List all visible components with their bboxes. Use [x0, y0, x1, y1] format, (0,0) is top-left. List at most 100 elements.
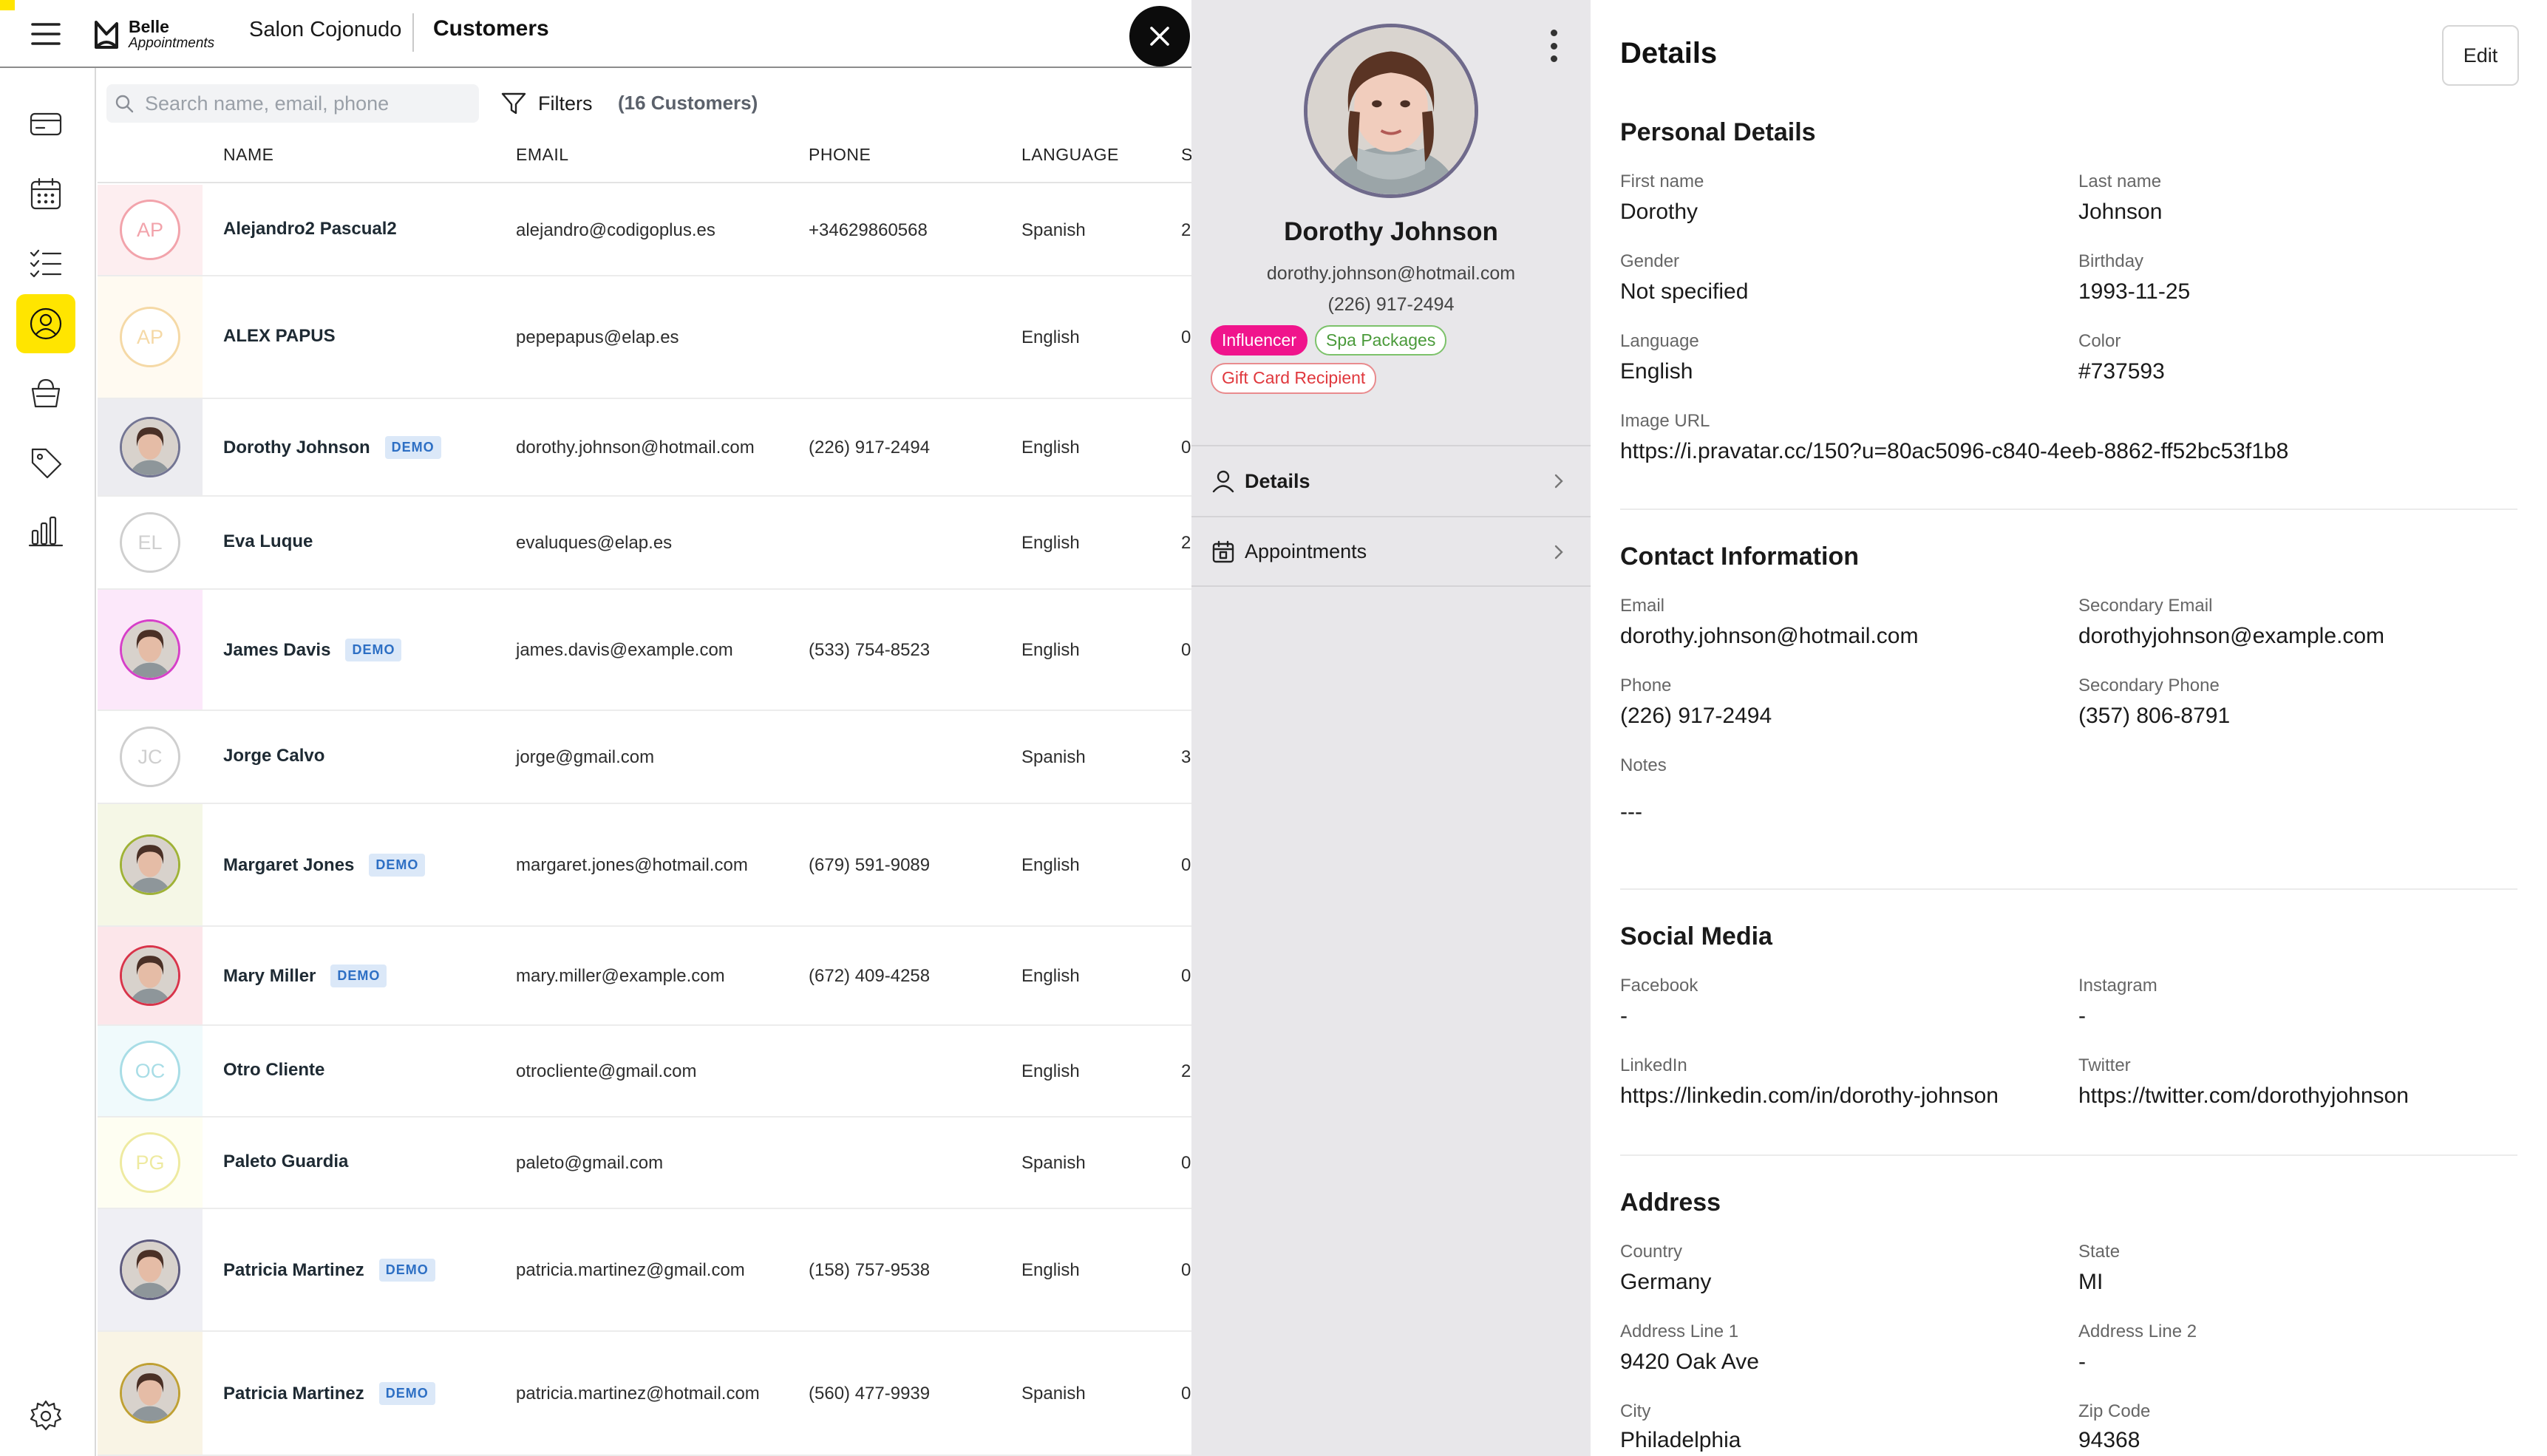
- customer-name[interactable]: Jorge Calvo: [223, 746, 324, 766]
- brand-logo[interactable]: Belle Appointments: [92, 13, 214, 55]
- checklist-icon: [30, 249, 62, 278]
- sidebar-item-customers[interactable]: [16, 294, 75, 353]
- twitter-value[interactable]: https://twitter.com/dorothyjohnson: [2078, 1084, 2409, 1109]
- avatar-photo: [120, 1363, 180, 1423]
- customer-name[interactable]: Alejandro2 Pascual2: [223, 219, 397, 239]
- sidebar-item-settings[interactable]: [16, 1387, 75, 1446]
- edit-button[interactable]: Edit: [2442, 25, 2519, 86]
- column-header-email[interactable]: EMAIL: [516, 145, 569, 165]
- image-url-value[interactable]: https://i.pravatar.cc/150?u=80ac5096-c84…: [1620, 439, 2288, 464]
- sidebar-item-promotions[interactable]: [16, 433, 75, 492]
- phone-value[interactable]: (226) 917-2494: [1620, 704, 1772, 729]
- table-row[interactable]: OC Otro Cliente otrocliente@gmail.com Engli…: [98, 1026, 1191, 1117]
- instagram-label: Instagram: [2078, 976, 2157, 996]
- customer-language: English: [1021, 855, 1080, 875]
- tag-gift-card-recipient: Gift Card Recipient: [1211, 363, 1377, 394]
- sidebar-item-calendar[interactable]: [16, 164, 75, 223]
- customer-email: james.davis@example.com: [516, 640, 733, 660]
- secondary-email-value[interactable]: dorothyjohnson@example.com: [2078, 624, 2384, 649]
- customer-email: jorge@gmail.com: [516, 747, 655, 767]
- salon-name[interactable]: Salon Cojonudo: [249, 18, 401, 42]
- table-row[interactable]: PG Paleto Guardia paleto@gmail.com Spanish 0: [98, 1117, 1191, 1209]
- customer-profile-panel: Dorothy Johnson dorothy.johnson@hotmail.…: [1191, 0, 1591, 1456]
- table-row[interactable]: Patricia Martinez DEMO patricia.martinez@h…: [98, 1332, 1191, 1456]
- table-row[interactable]: Mary Miller DEMO mary.miller@example.com (6…: [98, 927, 1191, 1026]
- customer-phone: (226) 917-2494: [809, 438, 931, 457]
- profile-nav-appointments[interactable]: Appointments: [1191, 516, 1591, 587]
- table-header: NAME EMAIL PHONE LANGUAGE S: [98, 130, 1192, 183]
- avatar-cell: [98, 590, 203, 710]
- customer-email: otrocliente@gmail.com: [516, 1061, 697, 1081]
- customer-name[interactable]: Paleto Guardia: [223, 1151, 348, 1172]
- sidebar-item-payments[interactable]: [16, 95, 75, 154]
- top-bar: Belle Appointments Salon Cojonudo Custom…: [0, 0, 1191, 68]
- avatar-cell: OC: [98, 1026, 203, 1116]
- country-label: Country: [1620, 1242, 1683, 1262]
- search-input[interactable]: [145, 84, 470, 123]
- column-header-language[interactable]: LANGUAGE: [1021, 145, 1119, 165]
- city-label: City: [1620, 1401, 1651, 1421]
- customer-name[interactable]: James Davis DEMO: [223, 639, 402, 661]
- secondary-phone-value[interactable]: (357) 806-8791: [2078, 704, 2230, 729]
- customer-phone: (533) 754-8523: [809, 640, 931, 660]
- table-row[interactable]: Dorothy Johnson DEMO dorothy.johnson@hotma…: [98, 399, 1191, 497]
- table-row[interactable]: James Davis DEMO james.davis@example.com (5…: [98, 590, 1191, 711]
- notes-value: ---: [1620, 800, 1642, 824]
- customer-language: English: [1021, 640, 1080, 660]
- customer-name[interactable]: Margaret Jones DEMO: [223, 854, 426, 877]
- table-row[interactable]: EL Eva Luque evaluques@elap.es English 2: [98, 497, 1191, 590]
- avatar-photo: [120, 834, 180, 895]
- zip-label: Zip Code: [2078, 1401, 2151, 1421]
- section-personal-details: Personal Details: [1620, 118, 1816, 146]
- bar-chart-icon: [28, 516, 64, 547]
- customer-phone: (158) 757-9538: [809, 1260, 931, 1280]
- more-options-icon[interactable]: [1545, 30, 1562, 62]
- linkedin-value[interactable]: https://linkedin.com/in/dorothy-johnson: [1620, 1084, 1999, 1109]
- customer-name[interactable]: Patricia Martinez DEMO: [223, 1382, 435, 1405]
- customer-name[interactable]: Otro Cliente: [223, 1060, 324, 1081]
- details-title: Details: [1620, 37, 1718, 69]
- customer-name[interactable]: Eva Luque: [223, 531, 313, 552]
- table-row[interactable]: AP Alejandro2 Pascual2 alejandro@codigoplu…: [98, 185, 1191, 276]
- sidebar-item-shop[interactable]: [16, 364, 75, 423]
- demo-badge: DEMO: [369, 854, 426, 877]
- profile-nav-details[interactable]: Details: [1191, 445, 1591, 516]
- table-row[interactable]: AP ALEX PAPUS pepepapus@elap.es English 0: [98, 276, 1191, 399]
- section-address: Address: [1620, 1188, 1721, 1217]
- customer-s: 0: [1181, 1260, 1191, 1280]
- menu-icon[interactable]: [27, 15, 65, 53]
- sidebar: [0, 68, 96, 1456]
- sidebar-item-reports[interactable]: [16, 501, 75, 560]
- email-value[interactable]: dorothy.johnson@hotmail.com: [1620, 624, 1918, 649]
- gear-icon: [30, 1400, 62, 1431]
- color-label: Color: [2078, 331, 2121, 351]
- table-row[interactable]: JC Jorge Calvo jorge@gmail.com Spanish 3: [98, 711, 1191, 804]
- demo-badge: DEMO: [345, 639, 402, 661]
- customer-email: margaret.jones@hotmail.com: [516, 855, 748, 875]
- column-header-phone[interactable]: PHONE: [809, 145, 871, 165]
- avatar: JC: [120, 727, 180, 787]
- avatar: EL: [120, 512, 180, 573]
- column-header-name[interactable]: NAME: [223, 145, 273, 165]
- tag-spa-packages: Spa Packages: [1315, 325, 1447, 356]
- close-panel-button[interactable]: [1129, 6, 1190, 67]
- table-row[interactable]: Patricia Martinez DEMO patricia.martinez@g…: [98, 1209, 1191, 1332]
- customer-s: 0: [1181, 327, 1191, 347]
- customer-name[interactable]: Dorothy Johnson DEMO: [223, 436, 441, 459]
- demo-badge: DEMO: [330, 965, 387, 987]
- customer-name[interactable]: Mary Miller DEMO: [223, 965, 387, 987]
- customer-name[interactable]: Patricia Martinez DEMO: [223, 1259, 435, 1282]
- address-line2-value: -: [2078, 1350, 2086, 1374]
- customer-name[interactable]: ALEX PAPUS: [223, 326, 336, 347]
- sidebar-item-tasks[interactable]: [16, 234, 75, 293]
- table-row[interactable]: Margaret Jones DEMO margaret.jones@hotmail…: [98, 804, 1191, 927]
- search-box[interactable]: [106, 84, 479, 123]
- customer-language: Spanish: [1021, 1153, 1086, 1173]
- customer-email: dorothy.johnson@hotmail.com: [516, 438, 755, 457]
- language-value: English: [1620, 359, 1693, 384]
- avatar-cell: AP: [98, 185, 203, 275]
- customer-email: alejandro@codigoplus.es: [516, 220, 715, 240]
- customer-name-text: ALEX PAPUS: [223, 326, 336, 346]
- filters-button[interactable]: Filters: [500, 87, 593, 120]
- customer-language: Spanish: [1021, 1384, 1086, 1404]
